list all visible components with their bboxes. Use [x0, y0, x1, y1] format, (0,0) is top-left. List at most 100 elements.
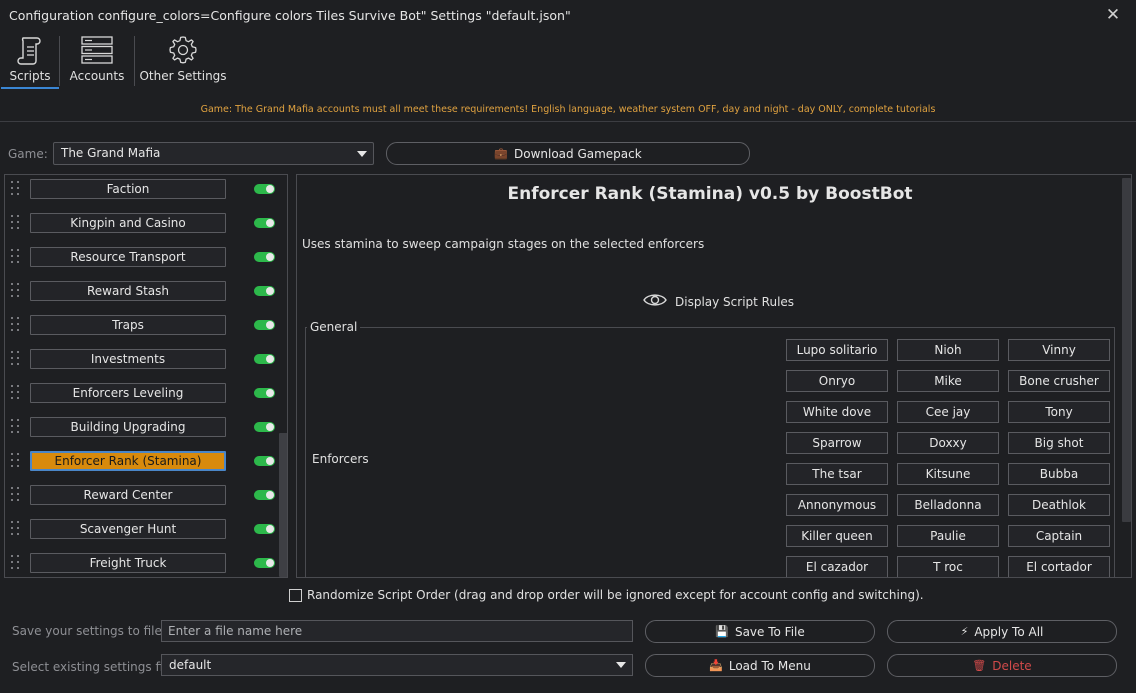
enforcer-button[interactable]: El cortador	[1008, 556, 1110, 577]
tab-scripts[interactable]: Scripts	[1, 32, 59, 89]
briefcase-icon: 💼	[494, 147, 508, 160]
script-button[interactable]: Investments	[30, 349, 226, 369]
enforcer-button[interactable]: Big shot	[1008, 432, 1110, 454]
load-to-menu-label: Load To Menu	[728, 658, 811, 673]
script-enabled-toggle[interactable]	[254, 320, 275, 330]
randomize-checkbox[interactable]	[289, 588, 302, 602]
tab-divider	[59, 36, 60, 86]
script-enabled-toggle[interactable]	[254, 252, 275, 262]
enforcer-button[interactable]: Captain	[1008, 525, 1110, 547]
apply-to-all-button[interactable]: ⚡ Apply To All	[887, 620, 1117, 643]
gear-icon	[167, 32, 199, 68]
script-enabled-toggle[interactable]	[254, 456, 275, 466]
enforcer-button[interactable]: Belladonna	[897, 494, 999, 516]
enforcer-button[interactable]: White dove	[786, 401, 888, 423]
save-to-file-button[interactable]: 💾 Save To File	[645, 620, 875, 643]
download-gamepack-label: Download Gamepack	[513, 146, 642, 161]
settings-file-select[interactable]: default	[161, 654, 633, 676]
game-select-value: The Grand Mafia	[61, 146, 161, 160]
script-detail-panel: Enforcer Rank (Stamina) v0.5 by BoostBot…	[296, 174, 1132, 578]
enforcer-button[interactable]: Killer queen	[786, 525, 888, 547]
tab-label: Accounts	[69, 69, 125, 83]
script-list-scrollbar[interactable]	[279, 175, 287, 577]
script-button[interactable]: Enforcer Rank (Stamina)	[30, 451, 226, 471]
script-enabled-toggle[interactable]	[254, 524, 275, 534]
enforcer-button[interactable]: Bone crusher	[1008, 370, 1110, 392]
script-button[interactable]: Resource Transport	[30, 247, 226, 267]
enforcer-button[interactable]: Nioh	[897, 339, 999, 361]
script-enabled-toggle[interactable]	[254, 286, 275, 296]
drag-handle-icon[interactable]	[11, 385, 21, 401]
script-button[interactable]: Scavenger Hunt	[30, 519, 226, 539]
drag-handle-icon[interactable]	[11, 181, 21, 197]
scroll-icon	[17, 32, 43, 68]
drag-handle-icon[interactable]	[11, 215, 21, 231]
enforcer-button[interactable]: Paulie	[897, 525, 999, 547]
drag-handle-icon[interactable]	[11, 419, 21, 435]
enforcer-button[interactable]: T roc	[897, 556, 999, 577]
delete-button[interactable]: 🗑 Delete	[887, 654, 1117, 677]
drag-handle-icon[interactable]	[11, 555, 21, 571]
enforcer-button[interactable]: Lupo solitario	[786, 339, 888, 361]
script-enabled-toggle[interactable]	[254, 354, 275, 364]
enforcers-label: Enforcers	[312, 452, 369, 466]
script-row: Kingpin and Casino	[5, 211, 277, 245]
enforcer-button[interactable]: Annonymous	[786, 494, 888, 516]
script-enabled-toggle[interactable]	[254, 218, 275, 228]
enforcer-button[interactable]: Kitsune	[897, 463, 999, 485]
enforcer-button[interactable]: Onryo	[786, 370, 888, 392]
save-icon: 💾	[715, 625, 729, 638]
script-row: Freight Truck	[5, 551, 277, 577]
script-button[interactable]: Building Upgrading	[30, 417, 226, 437]
tab-accounts[interactable]: Accounts	[62, 32, 132, 89]
drag-handle-icon[interactable]	[11, 487, 21, 503]
enforcer-button[interactable]: Bubba	[1008, 463, 1110, 485]
tab-other-settings[interactable]: Other Settings	[138, 32, 228, 89]
drag-handle-icon[interactable]	[11, 351, 21, 367]
script-title: Enforcer Rank (Stamina) v0.5 by BoostBot	[507, 184, 913, 204]
enforcer-button[interactable]: Doxxy	[897, 432, 999, 454]
script-enabled-toggle[interactable]	[254, 490, 275, 500]
enforcer-button[interactable]: Vinny	[1008, 339, 1110, 361]
drag-handle-icon[interactable]	[11, 283, 21, 299]
close-icon[interactable]: ✕	[1104, 5, 1122, 25]
tab-divider	[134, 36, 135, 86]
script-enabled-toggle[interactable]	[254, 558, 275, 568]
enforcer-button[interactable]: The tsar	[786, 463, 888, 485]
drag-handle-icon[interactable]	[11, 453, 21, 469]
script-enabled-toggle[interactable]	[254, 184, 275, 194]
script-enabled-toggle[interactable]	[254, 388, 275, 398]
enforcer-button[interactable]: El cazador	[786, 556, 888, 577]
script-button[interactable]: Faction	[30, 179, 226, 199]
script-button[interactable]: Enforcers Leveling	[30, 383, 226, 403]
script-button[interactable]: Reward Center	[30, 485, 226, 505]
scrollbar-thumb[interactable]	[1122, 178, 1131, 522]
tab-label: Scripts	[9, 69, 51, 83]
display-script-rules-button[interactable]: Display Script Rules	[643, 292, 794, 311]
game-select[interactable]: The Grand Mafia	[53, 142, 374, 165]
save-settings-label: Save your settings to file	[12, 624, 162, 638]
drag-handle-icon[interactable]	[11, 521, 21, 537]
tabs-divider	[0, 121, 1136, 122]
filename-input[interactable]	[161, 620, 633, 642]
script-row: Enforcers Leveling	[5, 381, 277, 415]
detail-scrollbar[interactable]	[1122, 175, 1131, 577]
script-button[interactable]: Traps	[30, 315, 226, 335]
drag-handle-icon[interactable]	[11, 249, 21, 265]
tab-label: Other Settings	[139, 69, 227, 83]
drag-handle-icon[interactable]	[11, 317, 21, 333]
enforcer-button[interactable]: Sparrow	[786, 432, 888, 454]
enforcer-button[interactable]: Mike	[897, 370, 999, 392]
enforcer-button[interactable]: Cee jay	[897, 401, 999, 423]
download-gamepack-button[interactable]: 💼 Download Gamepack	[386, 142, 750, 165]
script-list: Faction Kingpin and Casino Resource Transp…	[4, 174, 288, 578]
script-button[interactable]: Freight Truck	[30, 553, 226, 573]
scrollbar-thumb[interactable]	[279, 433, 287, 577]
script-button[interactable]: Kingpin and Casino	[30, 213, 226, 233]
script-enabled-toggle[interactable]	[254, 422, 275, 432]
enforcer-button[interactable]: Tony	[1008, 401, 1110, 423]
load-to-menu-button[interactable]: 📥 Load To Menu	[645, 654, 875, 677]
script-row: Enforcer Rank (Stamina)	[5, 449, 277, 483]
enforcer-button[interactable]: Deathlok	[1008, 494, 1110, 516]
script-button[interactable]: Reward Stash	[30, 281, 226, 301]
